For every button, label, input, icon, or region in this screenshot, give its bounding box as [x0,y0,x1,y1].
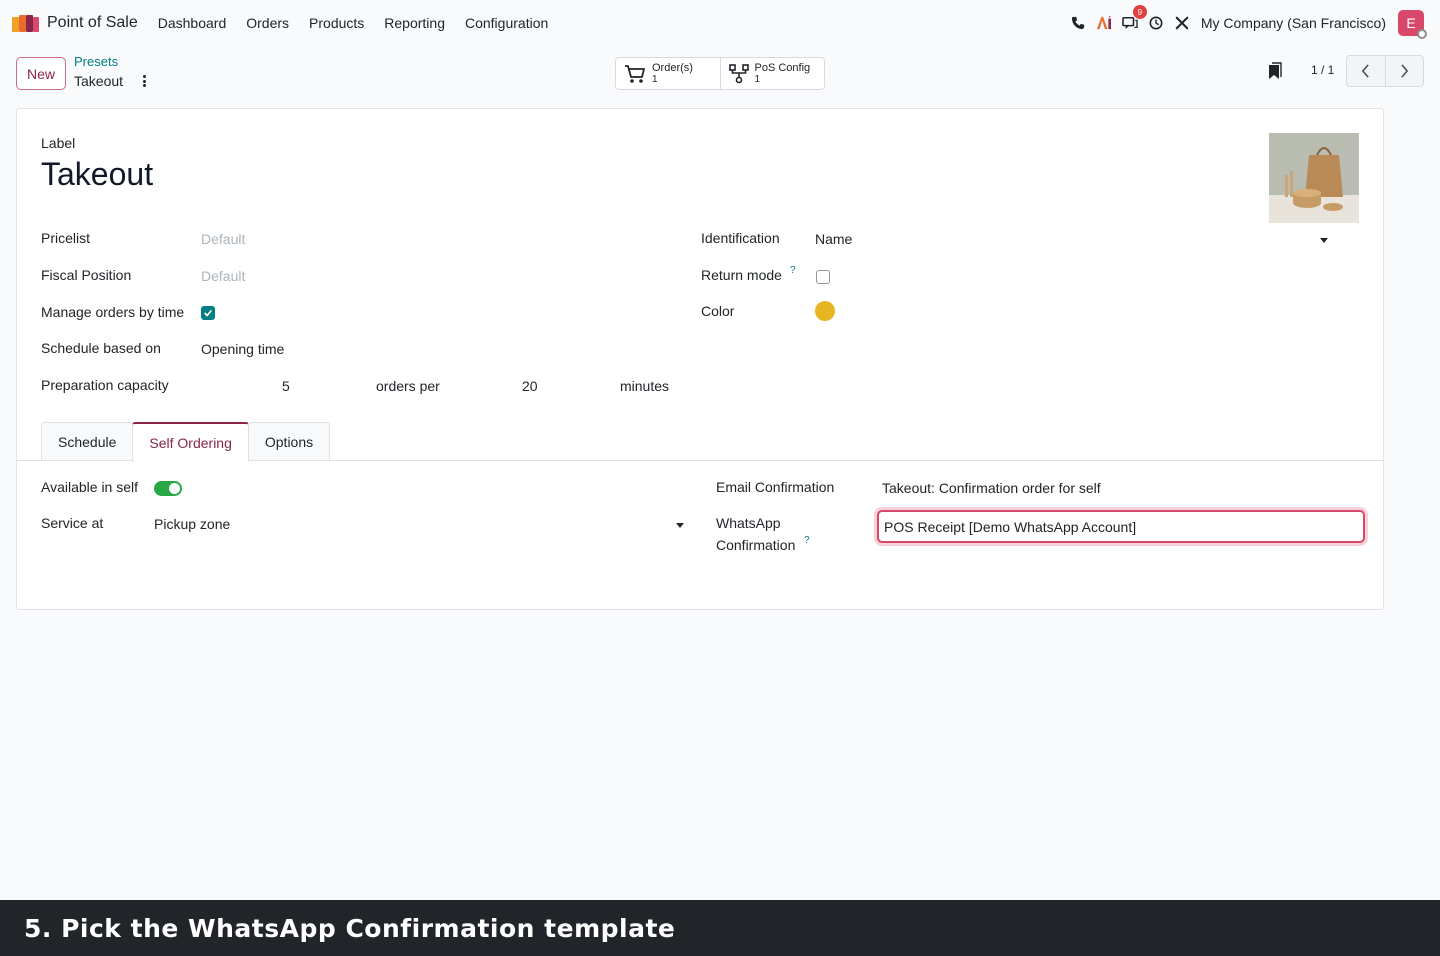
menu-dashboard[interactable]: Dashboard [158,15,227,31]
identification-chevron-down-icon[interactable] [1320,238,1328,243]
breadcrumb-presets[interactable]: Presets [74,54,118,69]
available-in-self-toggle[interactable] [154,481,182,496]
breadcrumb-current: Takeout [74,73,124,89]
color-picker[interactable] [815,301,835,321]
check-icon [204,309,212,317]
identification-label: Identification [701,230,780,246]
schedule-based-label: Schedule based on [41,340,161,356]
menu-configuration[interactable]: Configuration [465,15,548,31]
pricelist-field[interactable]: Default [201,231,245,247]
schedule-based-field[interactable]: Opening time [201,341,284,357]
fiscal-position-field[interactable]: Default [201,268,245,284]
whatsapp-confirmation-input[interactable] [877,510,1365,543]
pager-previous-button[interactable] [1347,56,1385,86]
preset-image[interactable] [1269,133,1359,223]
pricelist-label: Pricelist [41,230,91,246]
top-navbar: Point of Sale Dashboard Orders Products … [0,0,1440,46]
return-mode-help-icon[interactable]: ? [790,265,796,276]
pager-buttons [1346,55,1424,87]
chevron-right-icon [1401,64,1408,78]
pos-config-label: PoS Config [754,61,811,74]
user-avatar[interactable]: E [1398,10,1427,39]
bookmark-icon[interactable] [1268,62,1282,80]
pos-config-count: 1 [754,73,761,85]
available-in-self-label: Available in self [41,479,139,495]
messages-badge: 9 [1132,5,1147,19]
whatsapp-help-icon[interactable]: ? [804,535,810,546]
menu-orders[interactable]: Orders [246,15,289,31]
return-mode-label: Return mode [701,267,782,283]
tutorial-caption-bar: 5. Pick the WhatsApp Confirmation templa… [0,900,1440,956]
tab-options[interactable]: Options [247,422,331,461]
service-at-label: Service at [41,515,104,531]
systray: 9 My Company (San Francisco) E [1061,0,1427,46]
service-at-chevron-down-icon[interactable] [676,523,684,528]
toggle-knob [169,483,180,494]
new-button[interactable]: New [16,57,66,90]
sitemap-icon [728,63,749,83]
pager-value[interactable]: 1 / 1 [1311,63,1334,77]
takeout-packaging-image [1269,133,1359,223]
whatsapp-label-line2: Confirmation [716,537,796,553]
orders-count: 1 [652,73,658,85]
color-label: Color [701,303,735,319]
notebook-tabs: Schedule Self Ordering Options [41,422,331,462]
tools-icon[interactable] [1173,14,1191,32]
main-menu: Dashboard Orders Products Reporting Conf… [158,15,569,31]
company-switcher[interactable]: My Company (San Francisco) [1201,15,1386,31]
smart-buttons: Order(s) 1 PoS Config 1 [615,57,825,90]
ai-icon[interactable] [1095,14,1113,32]
form-sheet: Label Takeout Pricelist Default Fiscal P… [16,108,1384,610]
orders-label: Order(s) [652,61,693,74]
pager-next-button[interactable] [1384,56,1424,86]
fiscal-position-label: Fiscal Position [41,267,132,283]
service-at-select[interactable]: Pickup zone [154,516,230,532]
minutes-input[interactable]: 20 [522,378,538,394]
pos-app-icon [12,15,39,32]
return-mode-checkbox[interactable] [816,270,830,284]
pos-config-smart-button[interactable]: PoS Config 1 [719,58,825,89]
phone-icon[interactable] [1069,14,1087,32]
capacity-input[interactable]: 5 [282,378,290,394]
actions-menu-icon[interactable] [140,73,148,89]
email-confirmation-field[interactable]: Takeout: Confirmation order for self [882,480,1101,496]
app-brand[interactable]: Point of Sale [12,13,138,33]
avatar-letter: E [1406,15,1416,31]
email-confirmation-label: Email Confirmation [716,479,835,495]
minutes-label: minutes [620,378,670,394]
status-dot-icon [1417,29,1427,39]
whatsapp-label-line1: WhatsApp [716,515,781,531]
label-caption: Label [41,135,76,151]
clock-icon[interactable] [1147,14,1165,32]
identification-select[interactable]: Name [815,231,852,247]
manage-orders-checkbox[interactable] [201,306,215,320]
orders-per-label: orders per [376,378,440,394]
manage-orders-label: Manage orders by time [41,304,185,320]
menu-products[interactable]: Products [309,15,364,31]
preparation-capacity-label: Preparation capacity [41,377,169,393]
control-panel: New Presets Takeout Order(s) 1 PoS Confi… [0,46,1440,102]
messages-icon[interactable]: 9 [1121,5,1147,32]
orders-smart-button[interactable]: Order(s) 1 [616,58,720,89]
app-name: Point of Sale [47,14,138,31]
menu-reporting[interactable]: Reporting [384,15,445,31]
tab-schedule[interactable]: Schedule [41,422,134,461]
cart-icon [625,64,645,83]
tab-self-ordering[interactable]: Self Ordering [132,422,249,462]
preset-title[interactable]: Takeout [41,156,153,193]
chevron-left-icon [1362,64,1369,78]
tutorial-caption: 5. Pick the WhatsApp Confirmation templa… [24,913,676,943]
